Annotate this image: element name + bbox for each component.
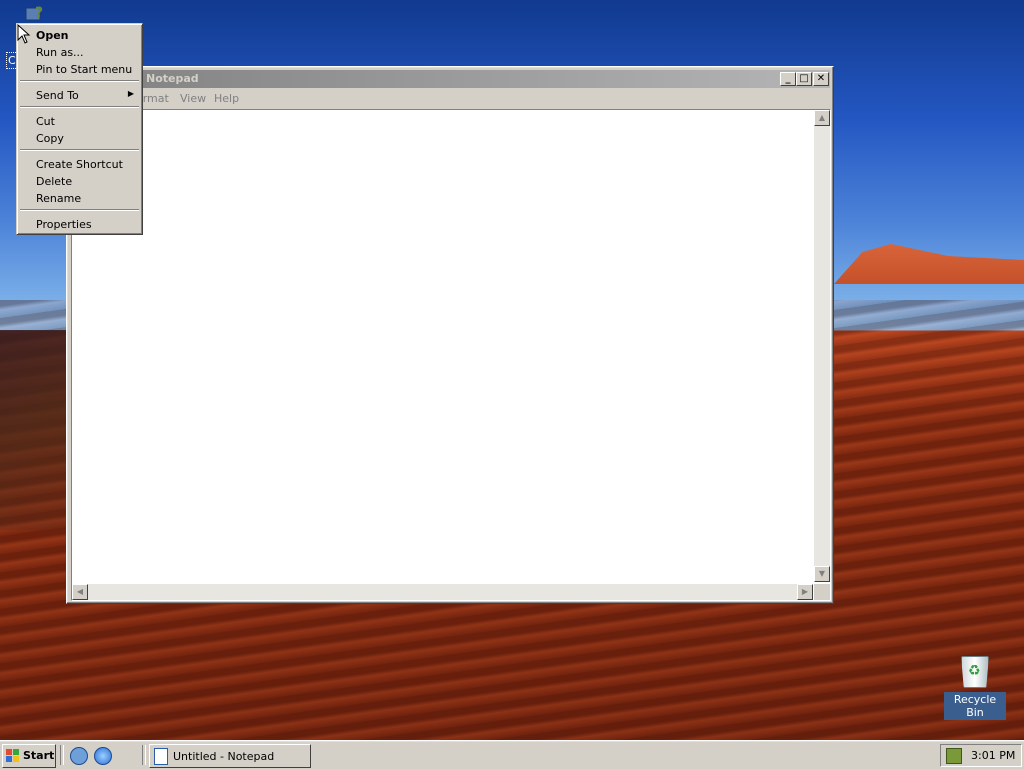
horizontal-scrollbar[interactable]: ◀ ▶ bbox=[72, 584, 813, 600]
scroll-right-button[interactable]: ▶ bbox=[797, 584, 813, 600]
menu-item-delete[interactable]: Delete bbox=[19, 172, 140, 189]
menu-item-create-shortcut[interactable]: Create Shortcut bbox=[19, 155, 140, 172]
menu-item-properties[interactable]: Properties bbox=[19, 215, 140, 232]
network-tray-icon[interactable] bbox=[946, 748, 962, 764]
quicklaunch-separator bbox=[142, 745, 146, 765]
close-button[interactable]: ✕ bbox=[813, 72, 829, 86]
clock[interactable]: 3:01 PM bbox=[971, 749, 1015, 762]
menu-help[interactable]: Help bbox=[214, 92, 239, 105]
notepad-titlebar[interactable]: Notepad _ □ ✕ bbox=[70, 70, 830, 88]
taskbar-item-label: Untitled - Notepad bbox=[173, 750, 275, 763]
menu-separator bbox=[20, 80, 139, 82]
taskbar-item-notepad[interactable]: Untitled - Notepad bbox=[149, 744, 311, 768]
start-label: Start bbox=[23, 749, 55, 762]
windows-flag-icon bbox=[6, 749, 19, 762]
quicklaunch-separator bbox=[60, 745, 64, 765]
show-desktop-icon[interactable] bbox=[70, 747, 88, 765]
notepad-window[interactable]: Notepad _ □ ✕ ormat View Help ▲ ▼ ◀ ▶ bbox=[66, 66, 834, 604]
menu-separator bbox=[20, 106, 139, 108]
menu-separator bbox=[20, 209, 139, 211]
resize-grip[interactable] bbox=[814, 584, 830, 600]
scroll-up-button[interactable]: ▲ bbox=[814, 110, 830, 126]
svg-text:?: ? bbox=[35, 5, 43, 21]
vertical-scrollbar[interactable]: ▲ ▼ bbox=[814, 110, 830, 582]
context-menu: Open Run as... Pin to Start menu Send To… bbox=[16, 23, 143, 235]
submenu-arrow-icon: ▶ bbox=[127, 89, 134, 98]
recycle-bin-icon: ♻ bbox=[961, 656, 989, 688]
scroll-down-button[interactable]: ▼ bbox=[814, 566, 830, 582]
mouse-cursor-icon bbox=[17, 24, 31, 44]
menu-item-run-as[interactable]: Run as... bbox=[19, 43, 140, 60]
menu-item-send-to[interactable]: Send To ▶ bbox=[19, 86, 140, 103]
menu-item-copy[interactable]: Copy bbox=[19, 129, 140, 146]
menu-view[interactable]: View bbox=[180, 92, 206, 105]
scroll-left-button[interactable]: ◀ bbox=[72, 584, 88, 600]
menu-bar: ormat View Help bbox=[70, 90, 830, 108]
dune-crest bbox=[834, 244, 1024, 284]
taskbar: Start Untitled - Notepad 3:01 PM bbox=[0, 740, 1024, 769]
internet-explorer-icon[interactable] bbox=[94, 747, 112, 765]
maximize-button[interactable]: □ bbox=[796, 72, 812, 86]
start-button[interactable]: Start bbox=[2, 744, 56, 768]
notepad-icon bbox=[154, 748, 168, 765]
minimize-button[interactable]: _ bbox=[780, 72, 796, 86]
menu-item-open[interactable]: Open bbox=[19, 26, 140, 43]
menu-separator bbox=[20, 149, 139, 151]
menu-item-pin-to-start[interactable]: Pin to Start menu bbox=[19, 60, 140, 77]
recycle-bin-desktop-icon[interactable]: ♻ Recycle Bin bbox=[944, 656, 1006, 720]
menu-item-rename[interactable]: Rename bbox=[19, 189, 140, 206]
text-editor-area[interactable]: ▲ ▼ ◀ ▶ bbox=[71, 109, 831, 601]
menu-item-cut[interactable]: Cut bbox=[19, 112, 140, 129]
recycle-bin-label: Recycle Bin bbox=[944, 692, 1006, 720]
window-title: Notepad bbox=[146, 72, 199, 85]
system-tray: 3:01 PM bbox=[940, 744, 1022, 767]
